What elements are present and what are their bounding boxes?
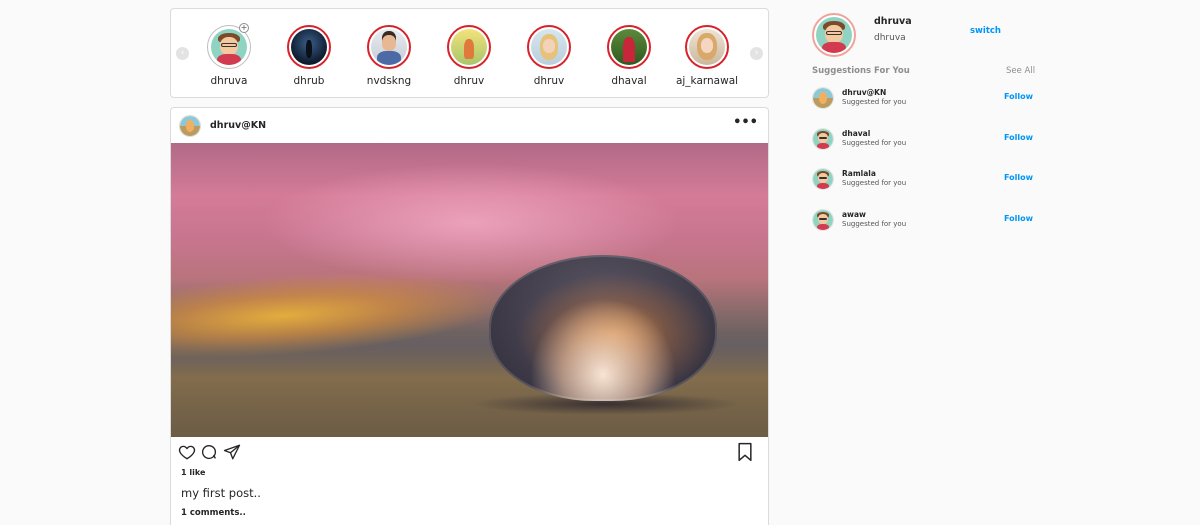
chevron-right-icon[interactable]: ›: [750, 47, 763, 60]
story-item[interactable]: nvdskng: [349, 25, 429, 87]
suggestion-username[interactable]: Ramlala: [842, 169, 876, 178]
suggestion-subtitle: Suggested for you: [842, 139, 907, 147]
heart-icon[interactable]: [178, 443, 196, 465]
avatar: [813, 210, 833, 230]
post-card: dhruv@KN ••• 1 like my first post.. 1 co…: [170, 107, 769, 525]
avatar: [291, 29, 327, 65]
send-icon[interactable]: [223, 443, 241, 465]
avatar: [371, 29, 407, 65]
more-horizontal-icon[interactable]: •••: [733, 115, 758, 130]
story-item[interactable]: dhrub: [269, 25, 349, 87]
story-username: dhaval: [611, 75, 647, 87]
see-all-link[interactable]: See All: [1006, 66, 1035, 76]
story-ring: [367, 25, 411, 69]
avatar: [211, 29, 247, 65]
stories-tray: ‹ + dhruva dhrub nvdskng dhruv dhruv dha…: [170, 8, 769, 98]
suggestion-subtitle: Suggested for you: [842, 98, 907, 106]
suggestion-row: awaw Suggested for you Follow: [812, 209, 1042, 233]
avatar: [813, 88, 833, 108]
story-item[interactable]: + dhruva: [189, 23, 269, 87]
suggestion-row: dhruv@KN Suggested for you Follow: [812, 87, 1042, 111]
avatar: [813, 129, 833, 149]
avatar: [816, 17, 852, 53]
story-item[interactable]: aj_karnawal: [667, 25, 747, 87]
suggestion-subtitle: Suggested for you: [842, 220, 907, 228]
post-actions: [171, 441, 768, 467]
post-image[interactable]: [171, 143, 768, 437]
profile-avatar[interactable]: [812, 13, 856, 57]
avatar: [689, 29, 725, 65]
story-ring: [287, 25, 331, 69]
post-caption: my first post..: [181, 486, 261, 500]
story-item[interactable]: dhaval: [589, 25, 669, 87]
follow-button[interactable]: Follow: [1004, 214, 1033, 223]
suggestions-title: Suggestions For You: [812, 66, 910, 76]
avatar: [180, 116, 200, 136]
bookmark-icon[interactable]: [736, 442, 754, 466]
story-item[interactable]: dhruv: [429, 25, 509, 87]
story-username: dhruv: [453, 75, 485, 87]
story-username: nvdskng: [366, 75, 412, 87]
avatar: [451, 29, 487, 65]
suggestion-username[interactable]: awaw: [842, 210, 866, 219]
story-ring: [685, 25, 729, 69]
suggestion-subtitle: Suggested for you: [842, 179, 907, 187]
story-item[interactable]: dhruv: [509, 25, 589, 87]
view-comments-link[interactable]: 1 comments..: [181, 508, 246, 518]
like-count[interactable]: 1 like: [181, 468, 205, 477]
profile-fullname: dhruva: [874, 33, 906, 43]
story-username: dhruva: [210, 75, 248, 87]
suggestion-avatar[interactable]: [812, 168, 834, 190]
story-username: dhruv: [533, 75, 565, 87]
avatar: [531, 29, 567, 65]
suggestion-row: Ramlala Suggested for you Follow: [812, 168, 1042, 192]
suggestion-username[interactable]: dhaval: [842, 129, 870, 138]
chevron-left-icon[interactable]: ‹: [176, 47, 189, 60]
follow-button[interactable]: Follow: [1004, 173, 1033, 182]
story-username: aj_karnawal: [675, 75, 739, 87]
follow-button[interactable]: Follow: [1004, 133, 1033, 142]
profile-username[interactable]: dhruva: [874, 16, 912, 27]
post-author-avatar[interactable]: [179, 115, 201, 137]
avatar: [813, 169, 833, 189]
comment-icon[interactable]: [200, 443, 218, 465]
suggestion-row: dhaval Suggested for you Follow: [812, 128, 1042, 152]
add-story-icon[interactable]: +: [239, 23, 249, 33]
suggestion-avatar[interactable]: [812, 87, 834, 109]
story-username: dhrub: [293, 75, 325, 87]
story-ring: [527, 25, 571, 69]
switch-account-link[interactable]: switch: [970, 26, 1001, 36]
suggestion-username[interactable]: dhruv@KN: [842, 88, 886, 97]
follow-button[interactable]: Follow: [1004, 92, 1033, 101]
suggestion-avatar[interactable]: [812, 209, 834, 231]
avatar: [611, 29, 647, 65]
post-header: dhruv@KN •••: [171, 108, 768, 143]
story-ring: [607, 25, 651, 69]
post-author-username[interactable]: dhruv@KN: [210, 120, 266, 131]
suggestion-avatar[interactable]: [812, 128, 834, 150]
story-ring: [447, 25, 491, 69]
story-ring: +: [207, 23, 251, 69]
